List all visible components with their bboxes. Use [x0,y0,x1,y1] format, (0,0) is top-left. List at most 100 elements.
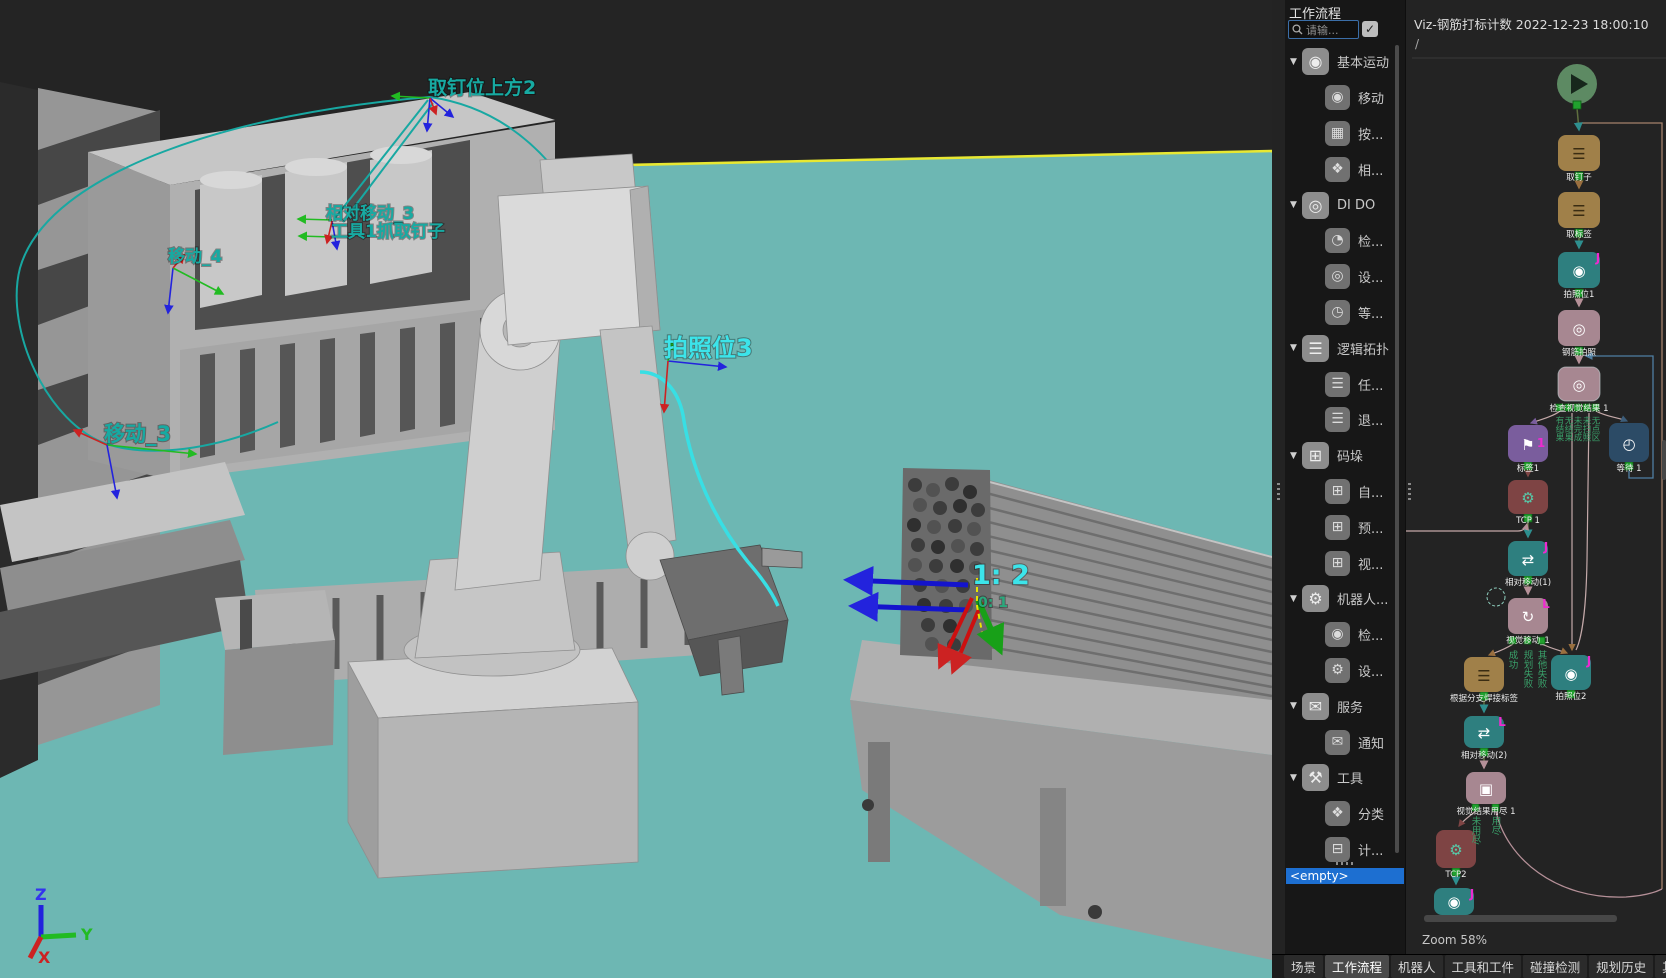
svg-text:成功: 成功 [1507,649,1519,670]
svg-text:◎: ◎ [1572,376,1585,394]
tree-item-task[interactable]: ☰任... [1285,366,1393,402]
node-photo-pos1[interactable]: ◉拍照位1J [1558,251,1600,300]
io-circle-icon: ◎ [1302,192,1329,219]
node-vision-move1[interactable]: ↻视觉移动_1L [1506,597,1550,646]
svg-text:取标签: 取标签 [1566,229,1592,240]
svg-text:等待 1: 等待 1 [1616,463,1641,474]
expand-arrow-icon[interactable]: ▼ [1290,343,1302,353]
tree-item-classify[interactable]: ❖分类 [1285,796,1393,832]
tree-splitter-handle-icon[interactable] [1336,862,1354,865]
two-pins-icon: ❖ [1325,157,1350,182]
expand-arrow-icon[interactable]: ▼ [1290,200,1302,210]
node-take-nails[interactable]: ☰取钉子 [1558,135,1600,183]
tree-item-exit[interactable]: ☰退... [1285,402,1393,438]
breakpoint-badge-icon [1487,588,1505,606]
tree-item-relative[interactable]: ❖相... [1285,151,1393,187]
tree-item-tools[interactable]: ▼⚒工具 [1285,760,1393,796]
node-label1[interactable]: ⚑标签11 [1508,425,1548,474]
tree-item-pallet-preset[interactable]: ⊞预... [1285,509,1393,545]
tree-item-pallet-vision[interactable]: ⊞视... [1285,545,1393,581]
label-photo-pos3[interactable]: 拍照位3 [664,334,753,362]
tree-item-robot-check[interactable]: ◉检... [1285,617,1393,653]
svg-text:标签1: 标签1 [1517,463,1539,474]
search-input[interactable]: 请输... [1288,20,1359,39]
node-wait1[interactable]: ◴等待 1 [1609,423,1649,474]
tree-item-service[interactable]: ▼✉服务 [1285,688,1393,724]
tree-item-robot[interactable]: ▼⚙机器人... [1285,581,1393,617]
expand-arrow-icon[interactable]: ▼ [1290,451,1302,461]
tree-item-wait[interactable]: ◷等... [1285,295,1393,331]
svg-text:TCP 1: TCP 1 [1515,516,1540,526]
svg-text:☰: ☰ [1477,667,1490,685]
tree-item-do-set[interactable]: ◎设... [1285,259,1393,295]
pallet-icon: ⊞ [1302,442,1329,469]
svg-text:检查视觉结果 1: 检查视觉结果 1 [1549,403,1608,414]
run-workflow-button[interactable] [1557,64,1597,104]
tree-item-basic-motion[interactable]: ▼◉基本运动 [1285,44,1393,80]
tab-other[interactable]: 其他 [1655,955,1666,978]
tree-scrollbar[interactable] [1395,45,1399,853]
tab-robot[interactable]: 机器人 [1391,955,1443,978]
workflow-graph-panel[interactable]: Viz-钢筋打标计数 2022-12-23 18:00:10 / [1405,0,1666,954]
robot-gear-icon: ⚙ [1325,658,1350,683]
node-graph-canvas[interactable]: ☰取钉子 ☰ 取标签 ◉拍照位1J ◎钢筋拍照 ◎ 检查视觉结果 1 ⚑标签11 ◴… [1406,0,1666,954]
tree-item-di-check[interactable]: ◔检... [1285,223,1393,259]
node-relative-move1[interactable]: ⇄相对移动(1)J [1505,540,1551,588]
label-relative-move[interactable]: 相对移动_3 [326,203,414,224]
layers-icon: ☰ [1302,335,1329,362]
axis-z-label: Z [35,885,47,904]
tab-workflow[interactable]: 工作流程 [1325,955,1389,978]
svg-text:未用尽: 未用尽 [1470,815,1482,845]
workflow-nodes: ☰取钉子 ☰ 取标签 ◉拍照位1J ◎钢筋拍照 ◎ 检查视觉结果 1 ⚑标签11 ◴… [1434,135,1649,915]
svg-text:◉: ◉ [1564,665,1577,683]
tree-item-move-by[interactable]: ▦按... [1285,116,1393,152]
tree-item-notify[interactable]: ✉通知 [1285,724,1393,760]
tab-planning-history[interactable]: 规划历史 [1589,955,1653,978]
node-photo-bottom[interactable]: ◉J [1434,887,1474,915]
notify-icon: ✉ [1325,730,1350,755]
tree-item-logic[interactable]: ▼☰逻辑拓扑 [1285,330,1393,366]
counter-icon: ⊟ [1325,837,1350,862]
label-pick-above[interactable]: 取钉位上方2 [428,76,536,99]
expand-arrow-icon[interactable]: ▼ [1290,701,1302,711]
node-rebar-photo[interactable]: ◎钢筋拍照 [1558,310,1600,358]
svg-text:无点区: 无点区 [1590,416,1600,442]
3d-scene: 取钉位上方2 相对移动_3 工具1抓取钉子 移动_4 移动_3 拍照位3 1: … [0,0,1272,978]
classify-icon: ❖ [1325,801,1350,826]
tree-item-move[interactable]: ◉移动 [1285,80,1393,116]
tab-collision-detection[interactable]: 碰撞检测 [1523,955,1587,978]
tree-item-robot-set[interactable]: ⚙设... [1285,653,1393,689]
tree-item-palletize[interactable]: ▼⊞码垛 [1285,438,1393,474]
label-count-big: 1: 2 [972,560,1030,591]
splitter-handle-icon[interactable] [1277,483,1280,503]
expand-arrow-icon[interactable]: ▼ [1290,57,1302,67]
graph-vscrollbar[interactable] [1662,440,1666,480]
node-check-vision-result[interactable]: ◎ 检查视觉结果 1 [1549,367,1608,414]
node-vision-exhausted[interactable]: ▣视觉结果用尽 1 [1456,772,1515,817]
3d-viewport[interactable]: 取钉位上方2 相对移动_3 工具1抓取钉子 移动_4 移动_3 拍照位3 1: … [0,0,1272,978]
node-take-label[interactable]: ☰ 取标签 [1558,192,1600,240]
panel-splitter[interactable] [1272,0,1285,954]
application-window: 取钉位上方2 相对移动_3 工具1抓取钉子 移动_4 移动_3 拍照位3 1: … [0,0,1666,978]
label-move3[interactable]: 移动_3 [104,422,171,446]
graph-hscrollbar[interactable] [1424,915,1617,922]
tab-tools-workpieces[interactable]: 工具和工件 [1445,955,1522,978]
svg-text:视觉结果用尽 1: 视觉结果用尽 1 [1456,806,1515,817]
svg-text:☰: ☰ [1572,202,1585,220]
selected-empty-slot[interactable]: <empty> [1286,868,1404,884]
robot-icon: ⚙ [1302,585,1329,612]
expand-arrow-icon[interactable]: ▼ [1290,773,1302,783]
label-tool-grab[interactable]: 工具1抓取钉子 [331,221,445,242]
filter-checkbox[interactable]: ✓ [1362,21,1378,37]
do-set-icon: ◎ [1325,264,1350,289]
tab-scene[interactable]: 场景 [1284,955,1323,978]
expand-arrow-icon[interactable]: ▼ [1290,594,1302,604]
node-tcp1[interactable]: ⚙TCP 1 [1508,480,1548,526]
tree-item-di-do[interactable]: ▼◎DI DO [1285,187,1393,223]
bench [215,590,335,755]
svg-text:⇄: ⇄ [1522,551,1535,569]
label-move4[interactable]: 移动_4 [168,246,222,267]
node-relative-move2[interactable]: ⇄相对移动(2)L [1461,715,1507,761]
node-photo-pos2[interactable]: ◉拍照位2J [1551,654,1591,702]
tree-item-pallet-custom[interactable]: ⊞自... [1285,474,1393,510]
